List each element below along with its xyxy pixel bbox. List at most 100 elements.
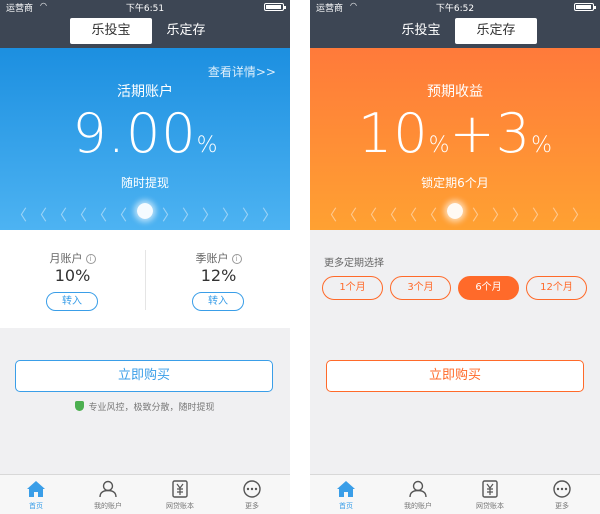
tabbar-my-account[interactable]: 我的账户 xyxy=(72,475,144,514)
tabbar-label: 我的账户 xyxy=(94,502,122,510)
rate-value: 9.00 xyxy=(72,102,197,165)
hero-banner: 查看详情>> 活期账户 9.00% 随时提现 〈 〈 〈 〈 〈 〈 〉 〉 〉… xyxy=(0,48,290,230)
shield-icon xyxy=(75,401,85,411)
transfer-in-button[interactable]: 转入 xyxy=(46,292,98,311)
buy-now-button[interactable]: 立即购买 xyxy=(326,360,584,392)
rate-unit: % xyxy=(196,133,218,158)
view-details-link[interactable]: 查看详情>> xyxy=(208,63,276,80)
account-label: 月账户 i xyxy=(0,250,145,266)
term-option-12-months[interactable]: 12个月 xyxy=(526,276,587,300)
info-icon[interactable]: i xyxy=(231,254,242,264)
chevron-left-icon: 〈 xyxy=(382,206,398,224)
slider-indicator[interactable]: 〈 〈 〈 〈 〈 〈 〉 〉 〉 〉 〉 〉 xyxy=(322,202,588,224)
tabbar-home[interactable]: 首页 xyxy=(310,475,382,514)
chevron-right-icon: 〉 xyxy=(492,206,508,224)
rate-unit: % xyxy=(428,133,450,158)
chevron-left-icon: 〈 xyxy=(52,206,68,224)
tabbar-label: 更多 xyxy=(555,502,569,510)
chevron-left-icon: 〈 xyxy=(402,206,418,224)
status-time: 下午6:52 xyxy=(435,4,475,14)
quarterly-account: 季账户 i 12% 转入 xyxy=(145,250,290,311)
chevron-right-icon: 〉 xyxy=(552,206,568,224)
tab-letoubao[interactable]: 乐投宝 xyxy=(70,18,152,44)
rate-display: 9.00% xyxy=(0,102,290,165)
chevron-right-icon: 〉 xyxy=(262,206,278,224)
term-option-6-months[interactable]: 6个月 xyxy=(458,276,519,300)
more-icon xyxy=(243,480,261,498)
chevron-right-icon: 〉 xyxy=(472,206,488,224)
more-terms-label: 更多定期选择 xyxy=(324,258,384,269)
tab-ledingcun[interactable]: 乐定存 xyxy=(455,18,537,44)
monthly-account: 月账户 i 10% 转入 xyxy=(0,230,145,328)
chevron-right-icon: 〉 xyxy=(532,206,548,224)
tabbar-home[interactable]: 首页 xyxy=(0,475,72,514)
right-screen: 运营商 ◠ 下午6:52 乐投宝 乐定存 预期收益 10%+3% 锁定期6个月 … xyxy=(310,0,600,514)
hero-title: 活期账户 xyxy=(117,84,173,100)
more-icon xyxy=(553,480,571,498)
bonus-rate: +3 xyxy=(449,102,532,165)
chevron-right-icon: 〉 xyxy=(242,206,258,224)
feature-note: 专业风控，极致分散，随时提现 xyxy=(0,400,290,413)
tabbar-label: 更多 xyxy=(245,502,259,510)
tab-bar: 首页 我的账户 网贷账本 更多 xyxy=(310,474,600,514)
chevron-left-icon: 〈 xyxy=(342,206,358,224)
tab-ledingcun[interactable]: 乐定存 xyxy=(145,18,227,44)
tabbar-more[interactable]: 更多 xyxy=(526,475,598,514)
tabbar-label: 我的账户 xyxy=(404,502,432,510)
slider-knob[interactable] xyxy=(137,203,153,219)
chevron-left-icon: 〈 xyxy=(112,206,128,224)
account-rate: 10% xyxy=(54,266,91,285)
left-screen: 运营商 ◠ 下午6:51 乐投宝 乐定存 查看详情>> 活期账户 9.00% 随… xyxy=(0,0,290,514)
chevron-right-icon: 〉 xyxy=(222,206,238,224)
tabbar-ledger[interactable]: 网贷账本 xyxy=(144,475,216,514)
transfer-in-button[interactable]: 转入 xyxy=(192,292,244,311)
chevron-right-icon: 〉 xyxy=(202,206,218,224)
status-bar: 运营商 ◠ 下午6:52 xyxy=(310,0,600,14)
buy-now-button[interactable]: 立即购买 xyxy=(15,360,273,392)
term-option-1-month[interactable]: 1个月 xyxy=(322,276,383,300)
battery-icon xyxy=(264,3,286,11)
tabbar-label: 网贷账本 xyxy=(476,502,504,510)
chevron-right-icon: 〉 xyxy=(162,206,178,224)
chevron-left-icon: 〈 xyxy=(32,206,48,224)
chevron-left-icon: 〈 xyxy=(72,206,88,224)
chevron-left-icon: 〈 xyxy=(362,206,378,224)
hero-banner: 预期收益 10%+3% 锁定期6个月 〈 〈 〈 〈 〈 〈 〉 〉 〉 〉 〉… xyxy=(310,48,600,230)
tab-letoubao[interactable]: 乐投宝 xyxy=(380,18,462,44)
navigation-bar: 运营商 ◠ 下午6:52 乐投宝 乐定存 xyxy=(310,0,600,48)
account-label: 季账户 i xyxy=(146,250,290,266)
term-option-3-months[interactable]: 3个月 xyxy=(390,276,451,300)
hero-title: 预期收益 xyxy=(427,84,483,100)
chevron-left-icon: 〈 xyxy=(322,206,338,224)
battery-icon xyxy=(574,3,596,11)
account-rate: 12% xyxy=(200,266,237,285)
tabbar-label: 首页 xyxy=(339,502,353,510)
chevron-right-icon: 〉 xyxy=(182,206,198,224)
slider-knob[interactable] xyxy=(447,203,463,219)
screen-divider xyxy=(290,0,310,514)
info-icon[interactable]: i xyxy=(85,254,96,264)
lock-period: 锁定期6个月 xyxy=(421,176,489,190)
tabbar-more[interactable]: 更多 xyxy=(216,475,288,514)
ledger-icon xyxy=(482,480,498,498)
slider-indicator[interactable]: 〈 〈 〈 〈 〈 〈 〉 〉 〉 〉 〉 〉 xyxy=(12,202,278,224)
chevron-left-icon: 〈 xyxy=(422,206,438,224)
hero-subtitle: 随时提现 xyxy=(120,176,169,190)
tabbar-my-account[interactable]: 我的账户 xyxy=(382,475,454,514)
accounts-panel: 月账户 i 10% 转入 季账户 i 12% 转入 xyxy=(0,230,290,328)
tabbar-ledger[interactable]: 网贷账本 xyxy=(454,475,526,514)
user-icon xyxy=(409,480,427,498)
rate-display: 10%+3% xyxy=(310,102,600,165)
tabbar-label: 网贷账本 xyxy=(166,502,194,510)
home-icon xyxy=(337,481,355,497)
chevron-right-icon: 〉 xyxy=(572,206,588,224)
ledger-icon xyxy=(172,480,188,498)
tabbar-label: 首页 xyxy=(29,502,43,510)
chevron-right-icon: 〉 xyxy=(512,206,528,224)
home-icon xyxy=(27,481,45,497)
rate-value: 10 xyxy=(357,102,429,165)
status-bar: 运营商 ◠ 下午6:51 xyxy=(0,0,290,14)
tab-bar: 首页 我的账户 网贷账本 更多 xyxy=(0,474,290,514)
status-time: 下午6:51 xyxy=(125,4,165,14)
chevron-left-icon: 〈 xyxy=(92,206,108,224)
